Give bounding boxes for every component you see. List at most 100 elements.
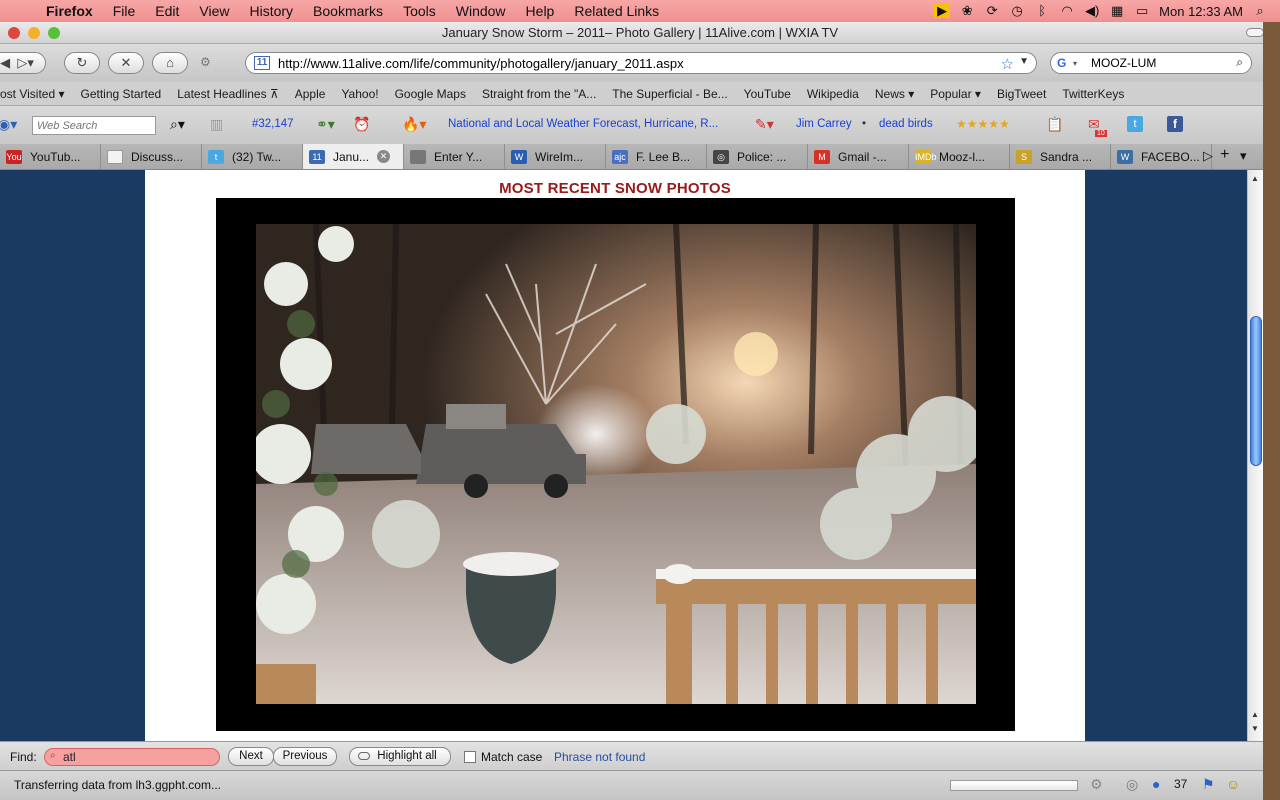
alarm-clock-icon[interactable]: ⏰ [353,116,370,133]
web-search-input[interactable] [32,116,156,135]
rank-count[interactable]: #32,147 [252,118,294,130]
sync-icon[interactable]: ⟳ [984,4,1000,18]
close-tab-icon[interactable]: ✕ [377,150,391,163]
time-machine-icon[interactable]: ◷ [1009,4,1025,18]
pagerank-icon[interactable]: ▥ [210,116,223,133]
minimize-window-icon[interactable] [28,27,40,39]
zoom-window-icon[interactable] [48,27,60,39]
menu-edit[interactable]: Edit [145,3,189,19]
volume-icon[interactable]: ◀) [1084,4,1100,18]
scroll-down-icon[interactable]: ▼ [1251,724,1259,733]
vertical-scrollbar[interactable]: ▲ ▲ ▼ [1247,170,1263,741]
url-dropdown-icon[interactable]: ▼ [1019,56,1029,67]
bookmark-google-maps[interactable]: Google Maps [387,87,474,101]
bookmark-youtube[interactable]: YouTube [736,87,799,101]
bookmark-news[interactable]: News ▾ [867,87,922,101]
paw-icon[interactable]: ❀ [959,4,975,18]
close-window-icon[interactable] [8,27,20,39]
link-chain-icon[interactable]: ⚭▾ [316,116,335,133]
bookmark-bigtweet[interactable]: BigTweet [989,87,1054,101]
jim-carrey-link[interactable]: Jim Carrey [796,118,852,130]
url-input[interactable] [278,55,978,71]
tab-9[interactable]: IMDb Mooz-l... [909,144,1010,169]
twitter-icon[interactable]: t [1127,116,1143,132]
bookmark-superficial[interactable]: The Superficial - Be... [604,87,735,101]
search-bar[interactable]: G ▾ ⌕ [1050,52,1252,74]
smiley-icon[interactable]: ☺ [1226,776,1240,792]
scroll-up-top-icon[interactable]: ▲ [1251,174,1259,183]
menu-firefox[interactable]: Firefox [36,3,103,19]
menu-file[interactable]: File [103,3,146,19]
back-icon[interactable]: ◀ [0,55,10,70]
snow-photo[interactable] [256,224,976,704]
addon-puzzle-icon[interactable]: ⚙ [1090,776,1103,793]
tab-10[interactable]: S Sandra ... [1010,144,1111,169]
facebook-icon[interactable]: f [1167,116,1183,132]
menu-window[interactable]: Window [446,3,516,19]
addon-gear-icon[interactable]: ⚙ [200,55,211,69]
google-engine-icon[interactable]: G [1057,56,1073,70]
menu-bookmarks[interactable]: Bookmarks [303,3,393,19]
counter-icon[interactable]: ● [1152,776,1160,792]
tab-4[interactable]: Enter Y... [404,144,505,169]
menu-related-links[interactable]: Related Links [564,3,669,19]
plex-icon[interactable]: ▶ [934,4,951,18]
highlighter-icon[interactable]: ✎▾ [755,116,774,133]
tab-6[interactable]: ajc F. Lee B... [606,144,707,169]
bookmark-latest-headlines[interactable]: Latest Headlines ⊼ [169,87,287,101]
back-forward-button[interactable]: ◀ ▷▾ [0,52,46,74]
menu-help[interactable]: Help [516,3,565,19]
menu-history[interactable]: History [239,3,303,19]
fire-icon[interactable]: 🔥▾ [402,116,426,133]
bookmark-apple[interactable]: Apple [287,87,334,101]
search-go-icon[interactable]: ⌕▾ [170,116,185,133]
search-icon[interactable]: ⌕ [1236,55,1243,70]
bookmark-twitterkeys[interactable]: TwitterKeys [1054,87,1132,101]
engine-dropdown-icon[interactable]: ▾ [1073,59,1077,68]
bookmark-most-visited[interactable]: ost Visited ▾ [0,87,73,101]
bookmark-yahoo[interactable]: Yahoo! [333,87,386,101]
dead-birds-link[interactable]: dead birds [879,118,933,130]
toolbar-toggle-icon[interactable] [1246,28,1264,37]
tab-list-icon[interactable]: ▾ [1240,148,1247,164]
find-previous-button[interactable]: Previous [273,747,337,766]
tab-2[interactable]: t (32) Tw... [202,144,303,169]
clipboard-icon[interactable]: 📋 [1046,116,1063,133]
highlight-all-button[interactable]: Highlight all [349,747,451,766]
find-input[interactable] [44,748,220,766]
scrollbar-thumb[interactable] [1250,316,1262,466]
weather-forecast-link[interactable]: National and Local Weather Forecast, Hur… [448,118,718,130]
status-circle-icon[interactable]: ◎ [1126,776,1138,793]
match-case-checkbox[interactable] [464,751,476,763]
web-tool-icon[interactable]: ⚑ [1202,776,1215,793]
bookmark-wikipedia[interactable]: Wikipedia [799,87,867,101]
find-next-button[interactable]: Next [228,747,274,766]
stop-button[interactable]: ✕ [108,52,144,74]
menu-view[interactable]: View [189,3,239,19]
rating-stars-icon[interactable]: ★★★★★ [956,117,1010,131]
scroll-up-icon[interactable]: ▲ [1251,710,1259,719]
tab-1[interactable]: Discuss... [101,144,202,169]
wifi-icon[interactable]: ◠ [1059,4,1075,18]
menu-clock[interactable]: Mon 12:33 AM [1159,4,1243,19]
bookmark-popular[interactable]: Popular ▾ [922,87,989,101]
search-input[interactable] [1091,56,1232,70]
bluetooth-icon[interactable]: ᛒ [1034,4,1050,18]
flag-icon[interactable]: ▦ [1109,4,1125,18]
forward-icon[interactable]: ▷▾ [17,55,34,70]
menu-tools[interactable]: Tools [393,3,446,19]
tab-scroll-right-icon[interactable]: ▷ [1203,148,1213,164]
bookmark-star-icon[interactable]: ☆ [1001,55,1014,73]
url-bar[interactable]: 11 ☆ ▼ [245,52,1037,74]
tab-8[interactable]: M Gmail -... [808,144,909,169]
new-tab-icon[interactable]: + [1220,146,1229,164]
bookmark-straight-from[interactable]: Straight from the "A... [474,87,604,101]
battery-icon[interactable]: ▭ [1134,4,1150,18]
tab-11[interactable]: W FACEBO... [1111,144,1212,169]
tab-0[interactable]: You YouTub... [0,144,101,169]
reload-button[interactable]: ↻ [64,52,100,74]
tab-3[interactable]: 11 Janu... ✕ [303,144,404,169]
home-button[interactable]: ⌂ [152,52,188,74]
tab-5[interactable]: W WireIm... [505,144,606,169]
bookmark-getting-started[interactable]: Getting Started [73,87,170,101]
